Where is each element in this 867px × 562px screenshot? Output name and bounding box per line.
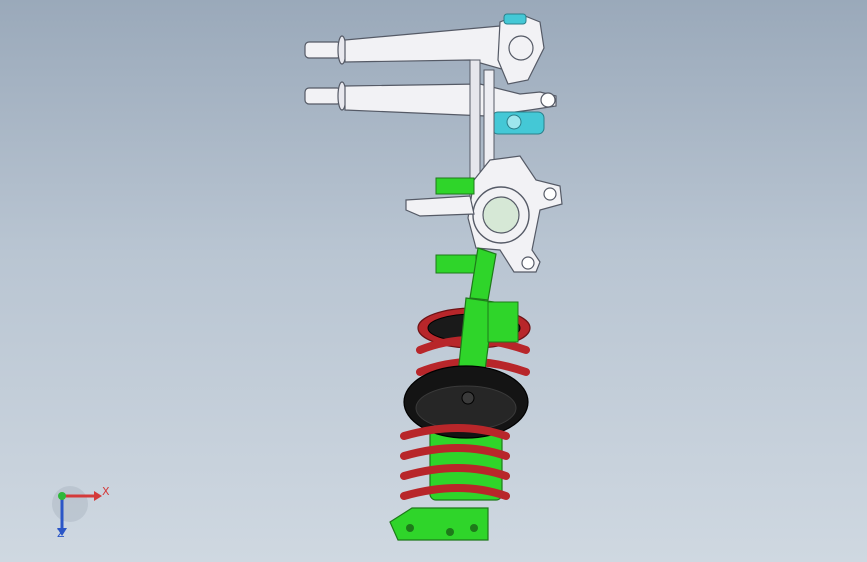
- upper-control-arm[interactable]: [304, 13, 545, 85]
- upper-ball-joint: [508, 35, 534, 61]
- mount-plate-bolt-1: [406, 524, 414, 532]
- spring-seat-bolt: [461, 391, 475, 405]
- strut-mount-plate[interactable]: [389, 507, 489, 541]
- mount-plate-bolt-2: [446, 528, 454, 536]
- mount-plate-body: [389, 507, 489, 541]
- lower-arm-eye: [540, 92, 556, 108]
- triad-x-label: X: [102, 485, 110, 498]
- triad-origin-shadow: [52, 486, 88, 522]
- hub-bore-inner: [482, 196, 520, 234]
- lower-arm-body: [344, 83, 557, 117]
- tie-rod[interactable]: [405, 177, 477, 274]
- tie-rod-clamp-lower: [435, 254, 477, 274]
- triad-z-label: Z: [57, 527, 65, 540]
- mount-plate-bolt-3: [470, 524, 478, 532]
- graphics-viewport[interactable]: X Z: [0, 0, 867, 562]
- suspension-assembly-model[interactable]: [0, 0, 867, 562]
- tie-rod-arm: [405, 195, 475, 217]
- knuckle-lower-eye: [521, 256, 535, 270]
- lower-arm-pin: [304, 87, 342, 105]
- lower-control-arm[interactable]: [304, 81, 557, 135]
- steering-arm-eye: [543, 187, 557, 201]
- upper-arm-pin: [304, 41, 342, 59]
- triad-x-arrow: [94, 491, 102, 501]
- upper-bushing-cap: [503, 13, 527, 25]
- reference-triad: X Z: [40, 480, 120, 550]
- damper-bracket: [487, 301, 519, 343]
- lower-bushing-hole: [506, 114, 522, 130]
- tie-rod-clamp-upper: [435, 177, 475, 195]
- triad-y-axis-dot: [58, 492, 66, 500]
